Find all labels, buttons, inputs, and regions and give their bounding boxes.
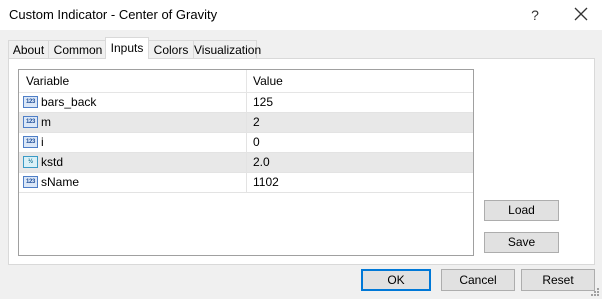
ok-button[interactable]: OK	[361, 269, 431, 291]
close-button[interactable]	[569, 4, 593, 26]
variable-cell: 123 i	[19, 133, 247, 152]
variable-name: sName	[41, 175, 80, 189]
tab-visualization[interactable]: Visualization	[193, 40, 261, 58]
tab-common[interactable]: Common	[48, 40, 108, 58]
integer-type-icon: 123	[23, 176, 38, 188]
variable-name: bars_back	[41, 95, 97, 109]
double-type-icon: ½	[23, 156, 38, 168]
value-cell[interactable]: 125	[247, 93, 473, 112]
value-cell[interactable]: 2	[247, 113, 473, 132]
value-cell[interactable]: 0	[247, 133, 473, 152]
tab-inputs[interactable]: Inputs	[105, 37, 149, 59]
value-cell[interactable]: 1102	[247, 173, 473, 192]
load-button[interactable]: Load	[484, 200, 559, 221]
reset-button[interactable]: Reset	[521, 269, 595, 291]
table-row[interactable]: ½ kstd 2.0	[19, 153, 473, 173]
variable-cell: ½ kstd	[19, 153, 247, 172]
column-header-value[interactable]: Value	[247, 70, 473, 92]
table-row[interactable]: 123 sName 1102	[19, 173, 473, 193]
window-title: Custom Indicator - Center of Gravity	[9, 7, 218, 22]
table-row[interactable]: 123 m 2	[19, 113, 473, 133]
help-button[interactable]: ?	[524, 4, 546, 26]
tab-about[interactable]: About	[8, 40, 49, 58]
variable-cell: 123 bars_back	[19, 93, 247, 112]
table-row[interactable]: 123 i 0	[19, 133, 473, 153]
variable-name: kstd	[41, 155, 64, 169]
resize-grip-icon[interactable]	[590, 287, 600, 297]
variable-cell: 123 sName	[19, 173, 247, 192]
integer-type-icon: 123	[23, 116, 38, 128]
table-row[interactable]: 123 bars_back 125	[19, 93, 473, 113]
integer-type-icon: 123	[23, 136, 38, 148]
integer-type-icon: 123	[23, 96, 38, 108]
value-cell[interactable]: 2.0	[247, 153, 473, 172]
close-icon	[574, 7, 588, 21]
save-button[interactable]: Save	[484, 232, 559, 253]
inputs-grid: Variable Value 123 bars_back 125 123 m 2…	[18, 69, 474, 256]
variable-name: m	[41, 115, 51, 129]
cancel-button[interactable]: Cancel	[441, 269, 515, 291]
column-header-variable[interactable]: Variable	[19, 70, 247, 92]
variable-cell: 123 m	[19, 113, 247, 132]
variable-name: i	[41, 135, 44, 149]
grid-header: Variable Value	[19, 70, 473, 93]
title-bar: Custom Indicator - Center of Gravity ?	[0, 0, 602, 30]
tab-colors[interactable]: Colors	[148, 40, 194, 58]
